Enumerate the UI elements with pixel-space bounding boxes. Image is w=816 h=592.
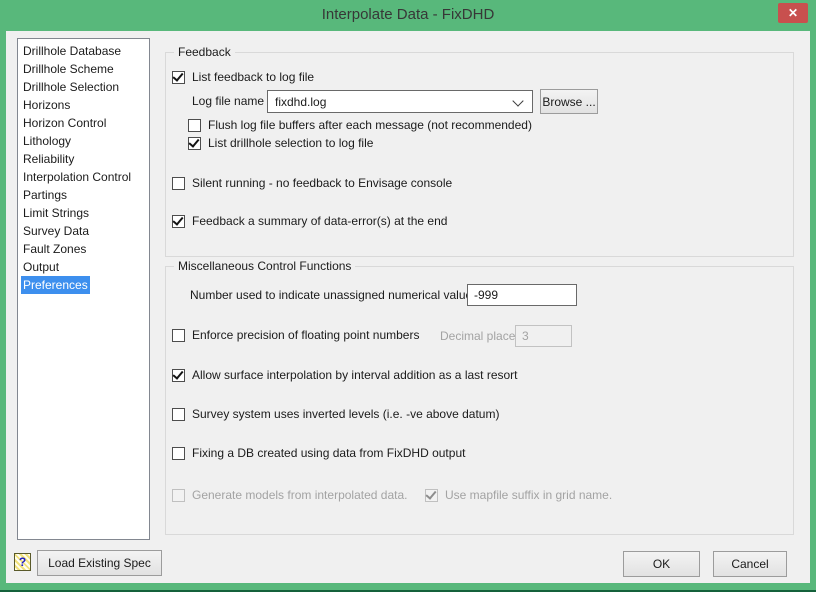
- checkbox-icon: [172, 369, 185, 382]
- checkbox-allow-surface-interpolation[interactable]: Allow surface interpolation by interval …: [172, 368, 518, 382]
- sidebar-item-drillhole-selection[interactable]: Drillhole Selection: [18, 78, 149, 96]
- checkbox-icon: [172, 177, 185, 190]
- sidebar-item-output[interactable]: Output: [18, 258, 149, 276]
- checkbox-enforce-precision[interactable]: Enforce precision of floating point numb…: [172, 328, 419, 342]
- log-file-name-combobox[interactable]: fixdhd.log: [267, 90, 533, 113]
- sidebar-item-lithology[interactable]: Lithology: [18, 132, 149, 150]
- list-item-label: Drillhole Database: [21, 42, 123, 60]
- checkbox-mapfile-suffix: Use mapfile suffix in grid name.: [425, 488, 612, 502]
- checkbox-silent-running[interactable]: Silent running - no feedback to Envisage…: [172, 176, 452, 190]
- checkbox-feedback-summary[interactable]: Feedback a summary of data-error(s) at t…: [172, 214, 447, 228]
- sidebar-item-interpolation-control[interactable]: Interpolation Control: [18, 168, 149, 186]
- sidebar-item-reliability[interactable]: Reliability: [18, 150, 149, 168]
- checkbox-label: Flush log file buffers after each messag…: [208, 118, 532, 132]
- checkbox-icon: [172, 489, 185, 502]
- help-glyph: ?: [19, 555, 26, 569]
- cancel-button[interactable]: Cancel: [713, 551, 787, 577]
- feedback-group-title: Feedback: [174, 45, 235, 59]
- checkbox-label: Enforce precision of floating point numb…: [192, 328, 419, 342]
- list-item-label: Output: [21, 258, 61, 276]
- checkbox-label: Fixing a DB created using data from FixD…: [192, 446, 465, 460]
- checkbox-icon: [172, 329, 185, 342]
- checkbox-icon: [172, 71, 185, 84]
- list-item-label: Survey Data: [21, 222, 91, 240]
- checkbox-icon: [172, 447, 185, 460]
- ok-button[interactable]: OK: [623, 551, 700, 577]
- checkbox-fixing-db[interactable]: Fixing a DB created using data from FixD…: [172, 446, 465, 460]
- checkbox-label: List feedback to log file: [192, 70, 314, 84]
- dialog-window: Interpolate Data - FixDHD ✕ Drillhole Da…: [0, 0, 816, 592]
- sidebar-item-survey-data[interactable]: Survey Data: [18, 222, 149, 240]
- checkbox-label: Silent running - no feedback to Envisage…: [192, 176, 452, 190]
- checkbox-icon: [172, 408, 185, 421]
- unassigned-number-label: Number used to indicate unassigned numer…: [190, 284, 478, 306]
- checkbox-flush-log-buffers[interactable]: Flush log file buffers after each messag…: [188, 118, 532, 132]
- checkbox-list-drillhole-selection[interactable]: List drillhole selection to log file: [188, 136, 373, 150]
- checkbox-icon: [425, 489, 438, 502]
- load-existing-spec-button[interactable]: Load Existing Spec: [37, 550, 162, 576]
- browse-button[interactable]: Browse ...: [540, 89, 598, 114]
- list-item-label: Lithology: [21, 132, 73, 150]
- miscellaneous-group-title: Miscellaneous Control Functions: [174, 259, 355, 273]
- checkbox-generate-models: Generate models from interpolated data.: [172, 488, 407, 502]
- checkbox-inverted-levels[interactable]: Survey system uses inverted levels (i.e.…: [172, 407, 499, 421]
- list-item-label: Drillhole Scheme: [21, 60, 116, 78]
- checkbox-label: Use mapfile suffix in grid name.: [445, 488, 612, 502]
- cancel-button-label: Cancel: [731, 557, 768, 571]
- list-item-label: Reliability: [21, 150, 76, 168]
- ok-button-label: OK: [653, 557, 670, 571]
- list-item-label: Fault Zones: [21, 240, 88, 258]
- sidebar-item-horizons[interactable]: Horizons: [18, 96, 149, 114]
- checkbox-icon: [188, 137, 201, 150]
- chevron-down-icon: [512, 95, 523, 106]
- browse-button-label: Browse ...: [542, 95, 595, 109]
- decimal-places-label: Decimal places: [440, 325, 521, 347]
- checkbox-list-feedback-to-log[interactable]: List feedback to log file: [172, 70, 314, 84]
- sidebar-item-drillhole-scheme[interactable]: Drillhole Scheme: [18, 60, 149, 78]
- help-icon[interactable]: ?: [14, 553, 31, 571]
- sidebar-item-limit-strings[interactable]: Limit Strings: [18, 204, 149, 222]
- checkbox-label: Allow surface interpolation by interval …: [192, 368, 518, 382]
- combobox-value: fixdhd.log: [275, 95, 326, 109]
- checkbox-label: Generate models from interpolated data.: [192, 488, 407, 502]
- window-title: Interpolate Data - FixDHD: [0, 0, 816, 31]
- dialog-body: Drillhole Database Drillhole Scheme Dril…: [6, 31, 810, 583]
- close-icon: ✕: [788, 6, 798, 20]
- list-item-label: Limit Strings: [21, 204, 91, 222]
- sidebar-item-fault-zones[interactable]: Fault Zones: [18, 240, 149, 258]
- section-listbox[interactable]: Drillhole Database Drillhole Scheme Dril…: [17, 38, 150, 540]
- list-item-label: Horizon Control: [21, 114, 108, 132]
- sidebar-item-partings[interactable]: Partings: [18, 186, 149, 204]
- list-item-label: Drillhole Selection: [21, 78, 121, 96]
- list-item-label: Horizons: [21, 96, 72, 114]
- load-existing-spec-label: Load Existing Spec: [48, 556, 151, 570]
- checkbox-label: List drillhole selection to log file: [208, 136, 373, 150]
- log-file-name-label: Log file name: [192, 90, 264, 113]
- list-item-label: Interpolation Control: [21, 168, 133, 186]
- close-button[interactable]: ✕: [778, 3, 808, 23]
- unassigned-number-input[interactable]: [467, 284, 577, 306]
- checkbox-label: Feedback a summary of data-error(s) at t…: [192, 214, 447, 228]
- list-item-label: Preferences: [21, 276, 90, 294]
- checkbox-icon: [172, 215, 185, 228]
- sidebar-item-preferences[interactable]: Preferences: [18, 276, 149, 294]
- checkbox-icon: [188, 119, 201, 132]
- list-item-label: Partings: [21, 186, 69, 204]
- sidebar-item-drillhole-database[interactable]: Drillhole Database: [18, 42, 149, 60]
- sidebar-item-horizon-control[interactable]: Horizon Control: [18, 114, 149, 132]
- checkbox-label: Survey system uses inverted levels (i.e.…: [192, 407, 499, 421]
- decimal-places-input: [515, 325, 572, 347]
